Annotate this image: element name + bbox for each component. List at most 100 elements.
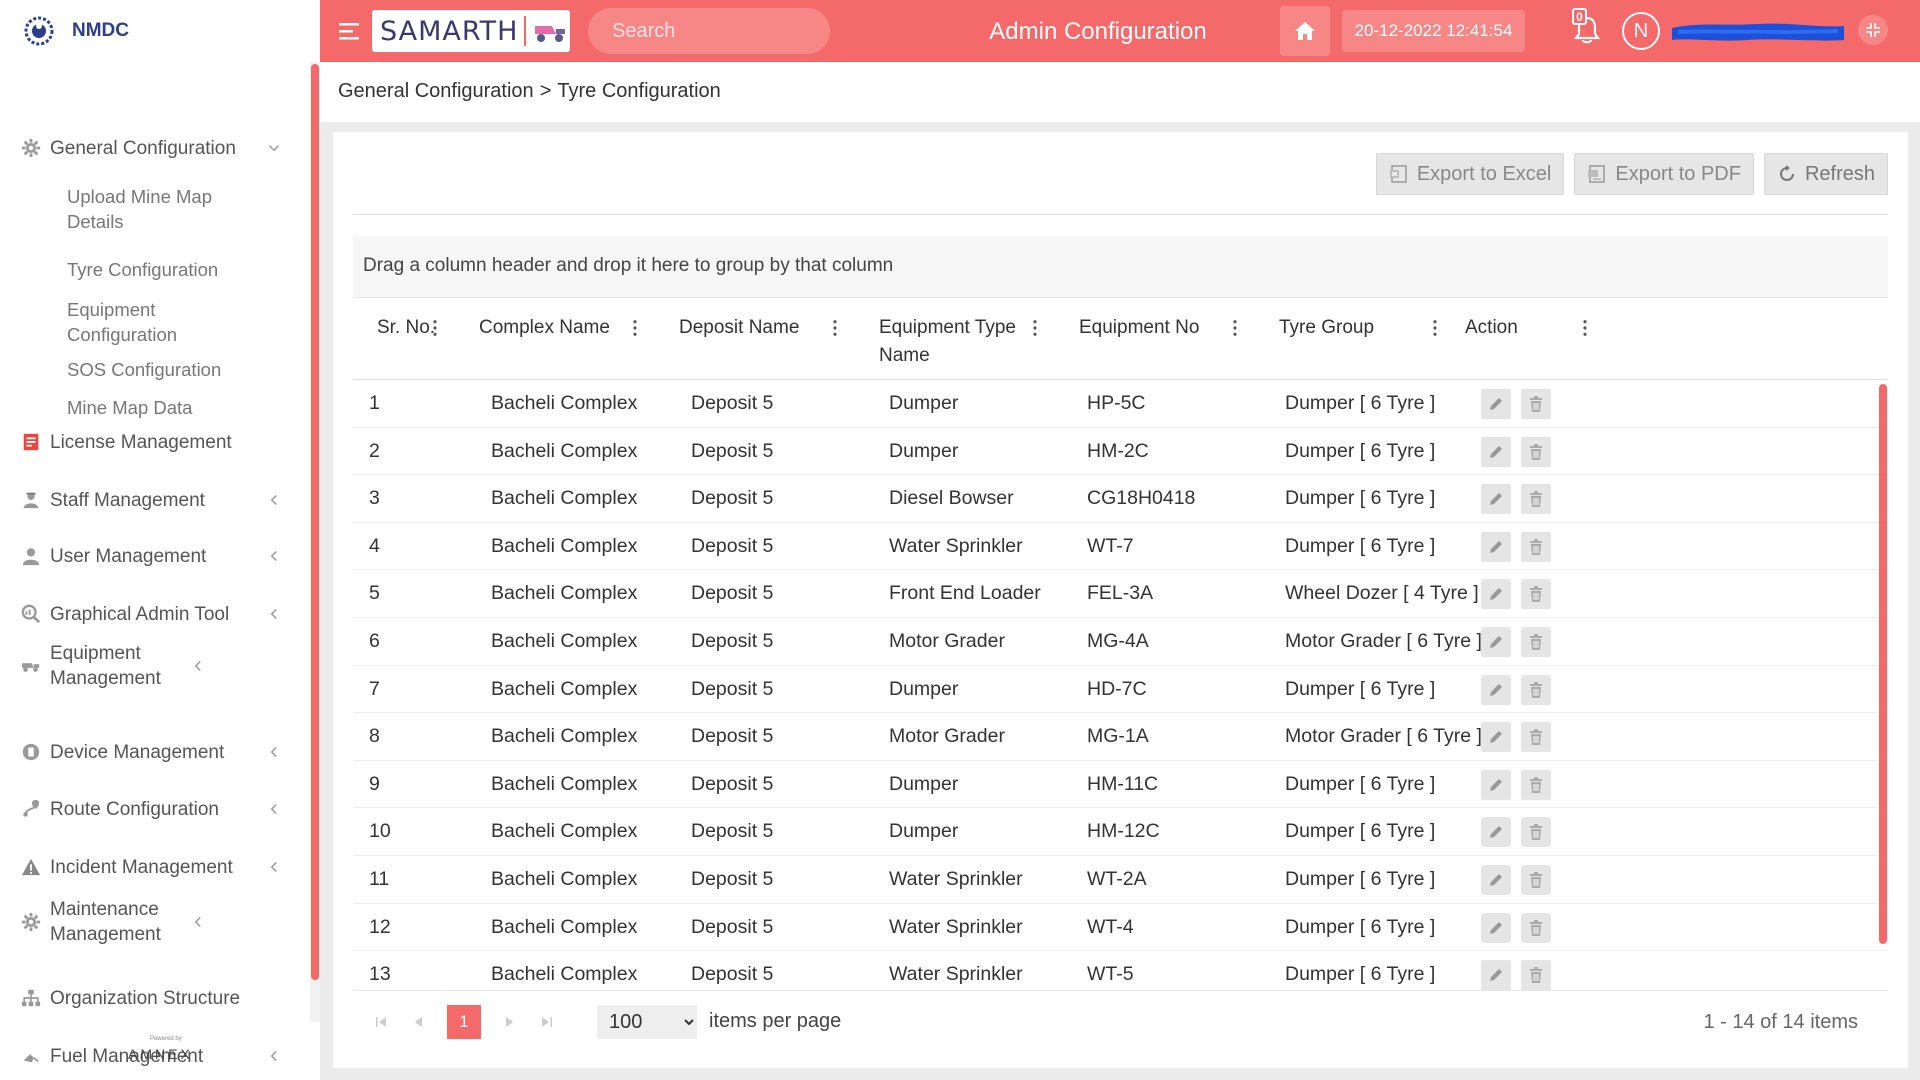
search-input[interactable] (612, 19, 877, 43)
search-box[interactable] (588, 8, 877, 54)
sidebar-item-equipment-management[interactable]: Equipment Management (0, 638, 300, 694)
edit-button[interactable] (1481, 436, 1511, 467)
submenu-item-mine-map-data[interactable]: Mine Map Data (0, 395, 300, 420)
delete-button[interactable] (1521, 865, 1551, 895)
edit-button[interactable] (1481, 817, 1511, 848)
table-row[interactable]: 5 Bacheli Complex Deposit 5 Front End Loade… (353, 570, 1888, 618)
chevron-left-icon[interactable] (266, 1048, 282, 1064)
sidebar-item-staff-management[interactable]: Staff Management (0, 485, 300, 515)
column-menu-icon[interactable] (1579, 314, 1591, 342)
column-header-deposit-name[interactable]: Deposit Name (679, 298, 839, 380)
sidebar-item-device-management[interactable]: Device Management (0, 737, 300, 767)
table-row[interactable]: 1 Bacheli Complex Deposit 5 Dumper HP-5C Dump… (353, 380, 1888, 428)
delete-button[interactable] (1521, 817, 1551, 848)
sidebar-item-organization-structure[interactable]: Organization Structure (0, 983, 300, 1013)
delete-button[interactable] (1521, 912, 1551, 943)
delete-button[interactable] (1521, 960, 1551, 990)
table-row[interactable]: 6 Bacheli Complex Deposit 5 Motor Grader MG-… (353, 618, 1888, 666)
column-header-action[interactable]: Action (1465, 298, 1565, 380)
sidebar-item-general-configuration[interactable]: General Configuration (0, 133, 300, 163)
delete-button[interactable] (1521, 579, 1551, 610)
chevron-left-icon[interactable] (190, 658, 206, 674)
table-row[interactable]: 7 Bacheli Complex Deposit 5 Dumper HD-7C Dump… (353, 666, 1888, 714)
group-by-drop-zone[interactable]: Drag a column header and drop it here to… (353, 236, 1888, 298)
chevron-left-icon[interactable] (190, 914, 206, 930)
grid-scrollbar[interactable] (1878, 380, 1888, 990)
delete-button[interactable] (1521, 769, 1551, 800)
edit-button[interactable] (1481, 674, 1511, 705)
home-button[interactable] (1280, 6, 1330, 56)
chevron-left-icon[interactable] (266, 859, 282, 875)
delete-button[interactable] (1521, 674, 1551, 705)
table-row[interactable]: 12 Bacheli Complex Deposit 5 Water Sprinkle… (353, 904, 1888, 952)
submenu-item-upload-mine-map-details[interactable]: Upload Mine Map Details (0, 184, 250, 234)
table-row[interactable]: 13 Bacheli Complex Deposit 5 Water Sprinkle… (353, 951, 1888, 990)
table-row[interactable]: 9 Bacheli Complex Deposit 5 Dumper HM-11C Dum… (353, 761, 1888, 809)
grid-scrollbar-thumb[interactable] (1879, 384, 1887, 944)
page-number-current[interactable]: 1 (447, 1004, 481, 1039)
chevron-down-icon[interactable] (266, 140, 282, 156)
sidebar-scrollbar[interactable] (310, 62, 320, 1022)
delete-button[interactable] (1521, 436, 1551, 467)
sidebar-item-route-configuration[interactable]: Route Configuration (0, 794, 300, 824)
edit-button[interactable] (1481, 579, 1511, 610)
delete-button[interactable] (1521, 627, 1551, 657)
edit-button[interactable] (1481, 912, 1511, 943)
sidebar-item-graphical-admin-tool[interactable]: Graphical Admin Tool (0, 599, 300, 629)
submenu-item-tyre-configuration[interactable]: Tyre Configuration (0, 257, 300, 282)
delete-button[interactable] (1521, 531, 1551, 562)
edit-button[interactable] (1481, 531, 1511, 562)
edit-button[interactable] (1481, 865, 1511, 895)
column-header-equipment-no[interactable]: Equipment No (1079, 298, 1229, 380)
chevron-left-icon[interactable] (266, 606, 282, 622)
edit-button[interactable] (1481, 389, 1511, 419)
delete-button[interactable] (1521, 722, 1551, 753)
table-row[interactable]: 4 Bacheli Complex Deposit 5 Water Sprinkler… (353, 523, 1888, 571)
fullscreen-button[interactable] (1858, 15, 1888, 45)
sidebar-item-maintenance-management[interactable]: Maintenance Management (0, 894, 300, 950)
export-pdf-button[interactable]: Export to PDF (1574, 153, 1754, 195)
page-size-select[interactable]: 100 (597, 1004, 697, 1039)
table-row[interactable]: 11 Bacheli Complex Deposit 5 Water Sprinkle… (353, 856, 1888, 904)
column-menu-icon[interactable] (1029, 314, 1041, 342)
sidebar-scrollbar-thumb[interactable] (311, 64, 319, 980)
next-page-button[interactable] (499, 1012, 519, 1032)
chevron-left-icon[interactable] (266, 744, 282, 760)
submenu-item-sos-configuration[interactable]: SOS Configuration (0, 357, 300, 382)
refresh-button[interactable]: Refresh (1763, 153, 1888, 195)
chevron-left-icon[interactable] (266, 548, 282, 564)
edit-button[interactable] (1481, 484, 1511, 515)
delete-button[interactable] (1521, 484, 1551, 515)
column-menu-icon[interactable] (429, 314, 441, 342)
last-page-button[interactable] (537, 1012, 557, 1032)
samarth-logo[interactable]: SAMARTH (372, 10, 570, 52)
chevron-left-icon[interactable] (266, 801, 282, 817)
edit-button[interactable] (1481, 769, 1511, 800)
column-menu-icon[interactable] (1229, 314, 1241, 342)
edit-button[interactable] (1481, 627, 1511, 657)
edit-button[interactable] (1481, 960, 1511, 990)
user-name[interactable]: ...... (1668, 18, 1848, 46)
column-header-sr-no[interactable]: Sr. No. (377, 298, 437, 380)
column-header-equipment-type-name[interactable]: Equipment Type Name (879, 298, 1029, 380)
edit-button[interactable] (1481, 722, 1511, 753)
table-row[interactable]: 3 Bacheli Complex Deposit 5 Diesel Bowser CG… (353, 475, 1888, 523)
chevron-left-icon[interactable] (266, 492, 282, 508)
column-menu-icon[interactable] (629, 314, 641, 342)
hamburger-menu-icon[interactable] (338, 20, 360, 42)
table-row[interactable]: 2 Bacheli Complex Deposit 5 Dumper HM-2C Dump… (353, 428, 1888, 476)
brand[interactable]: NMDC (0, 0, 320, 62)
breadcrumb-parent[interactable]: General Configuration (338, 80, 534, 102)
table-row[interactable]: 10 Bacheli Complex Deposit 5 Dumper HM-12C Du… (353, 808, 1888, 856)
column-menu-icon[interactable] (1429, 314, 1441, 342)
sidebar-item-user-management[interactable]: User Management (0, 541, 300, 571)
sidebar-item-license-management[interactable]: License Management (0, 427, 300, 457)
table-row[interactable]: 8 Bacheli Complex Deposit 5 Motor Grader MG-… (353, 713, 1888, 761)
sidebar-item-incident-management[interactable]: Incident Management (0, 852, 300, 882)
avatar[interactable]: N (1622, 12, 1660, 50)
column-menu-icon[interactable] (829, 314, 841, 342)
export-excel-button[interactable]: Export to Excel (1375, 153, 1565, 195)
submenu-item-equipment-configuration[interactable]: Equipment Configuration (0, 297, 250, 347)
first-page-button[interactable] (371, 1012, 391, 1032)
column-header-tyre-group[interactable]: Tyre Group (1279, 298, 1419, 380)
